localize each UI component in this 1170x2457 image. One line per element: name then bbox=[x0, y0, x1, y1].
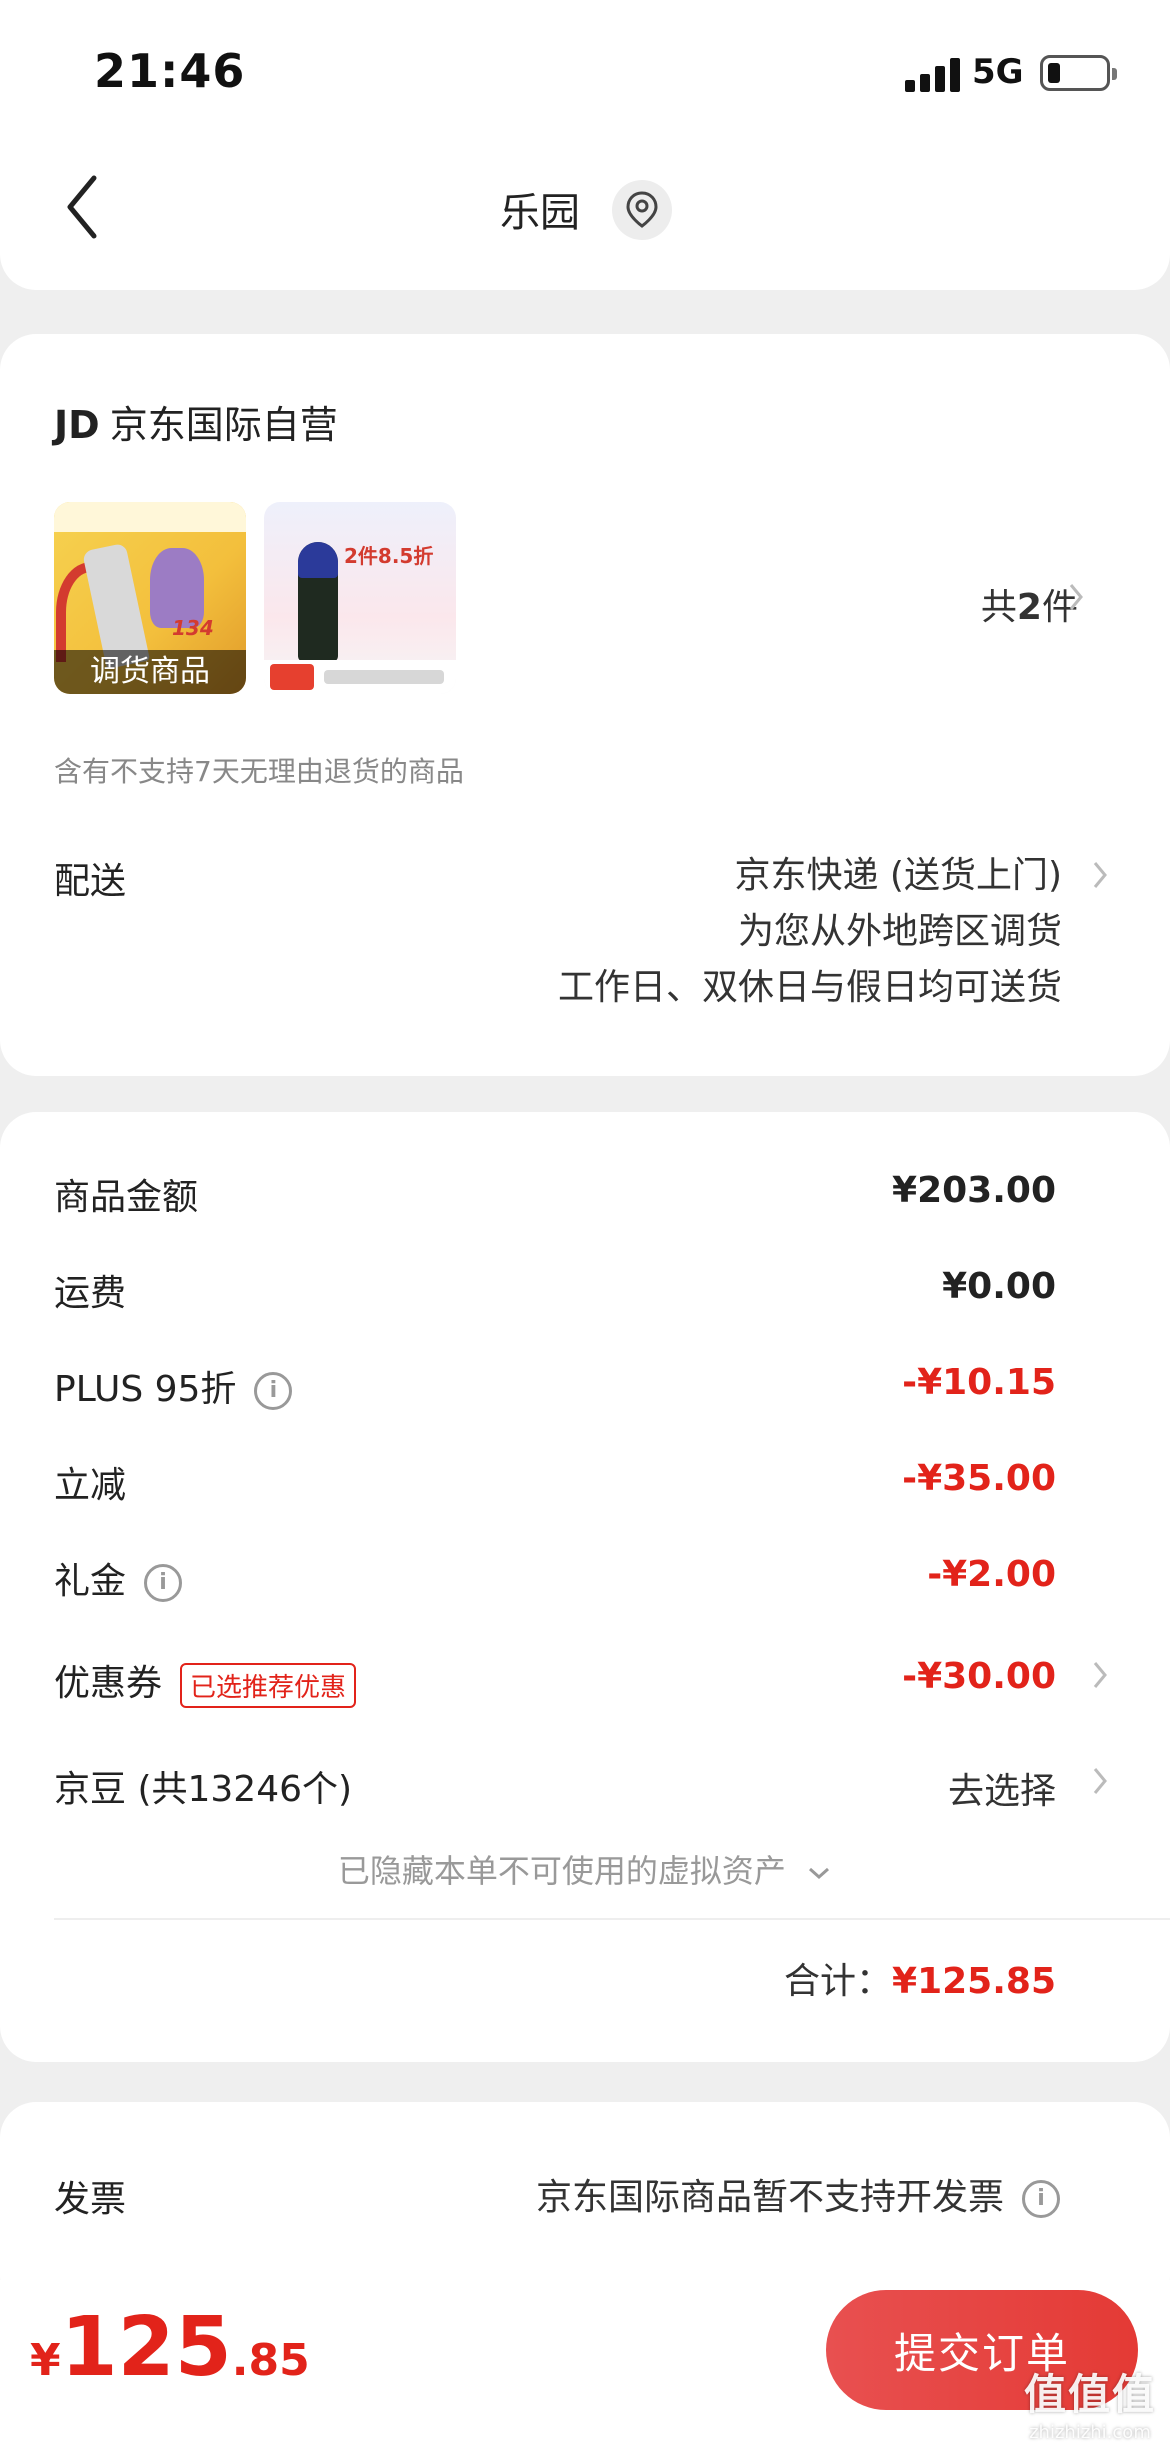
instant-discount-value: -¥35.00 bbox=[902, 1458, 1056, 1499]
invoice-value: 京东国际商品暂不支持开发票 i bbox=[536, 2168, 1060, 2220]
product-thumbnail-1[interactable]: 134 调货商品 bbox=[54, 502, 246, 694]
shop-title: 京东国际自营 bbox=[109, 403, 338, 447]
battery-icon bbox=[1040, 55, 1117, 91]
invoice-label: 发票 bbox=[54, 2179, 127, 2220]
info-icon[interactable]: i bbox=[1022, 2180, 1060, 2218]
gift-money-value: -¥2.00 bbox=[927, 1554, 1056, 1595]
coupon-label[interactable]: 优惠券 已选推荐优惠 bbox=[54, 1654, 357, 1708]
location-pin-icon[interactable] bbox=[612, 180, 672, 240]
product-thumbnail-2[interactable]: 2件8.5折 bbox=[264, 502, 456, 694]
chevron-right-icon[interactable] bbox=[1090, 1658, 1110, 1692]
network-label: 5G bbox=[972, 52, 1024, 92]
signal-icon bbox=[905, 56, 961, 92]
bottom-total: ¥125.85 bbox=[30, 2300, 310, 2395]
watermark: 值值值 zhizhizhi.com bbox=[1023, 2370, 1156, 2443]
delivery-line-2: 为您从外地跨区调货 bbox=[737, 911, 1062, 952]
plus-discount-label: PLUS 95折 i bbox=[54, 1360, 293, 1412]
jingdou-select[interactable]: 去选择 bbox=[948, 1762, 1056, 1814]
shop-name: JD 京东国际自营 bbox=[54, 394, 338, 449]
info-icon[interactable]: i bbox=[254, 1372, 293, 1410]
chevron-down-icon bbox=[809, 1867, 830, 1880]
divider bbox=[54, 1918, 1170, 1920]
transfer-goods-label: 调货商品 bbox=[54, 650, 246, 694]
jingdou-label: 京豆 (共13246个) bbox=[54, 1769, 353, 1810]
chevron-right-icon[interactable] bbox=[1090, 858, 1110, 892]
coupon-tag: 已选推荐优惠 bbox=[180, 1662, 357, 1708]
shipping-value: ¥0.00 bbox=[942, 1266, 1056, 1307]
coupon-value[interactable]: -¥30.00 bbox=[902, 1656, 1056, 1697]
jd-logo: JD bbox=[54, 403, 100, 447]
shipping-label: 运费 bbox=[54, 1273, 127, 1314]
plus-discount-value: -¥10.15 bbox=[902, 1362, 1056, 1403]
return-notice: 含有不支持7天无理由退货的商品 bbox=[54, 755, 464, 788]
chevron-right-icon[interactable] bbox=[1066, 580, 1086, 614]
delivery-info[interactable]: 京东快递 (送货上门) 为您从外地跨区调货 工作日、双休日与假日均可送货 bbox=[558, 848, 1062, 1016]
back-icon[interactable] bbox=[62, 172, 102, 242]
delivery-label: 配送 bbox=[54, 861, 127, 902]
chevron-right-icon[interactable] bbox=[1090, 1764, 1110, 1798]
status-time: 21:46 bbox=[94, 44, 246, 98]
page-title: 乐园 bbox=[500, 190, 580, 236]
gift-money-label: 礼金 i bbox=[54, 1552, 183, 1604]
delivery-line-1: 京东快递 (送货上门) bbox=[734, 855, 1062, 896]
goods-amount-value: ¥203.00 bbox=[892, 1170, 1056, 1211]
order-total: 合计：¥125.85 bbox=[784, 1961, 1056, 2002]
delivery-line-3: 工作日、双休日与假日均可送货 bbox=[557, 967, 1062, 1008]
instant-discount-label: 立减 bbox=[54, 1465, 127, 1506]
item-count[interactable]: 共2件 bbox=[981, 578, 1078, 630]
goods-amount-label: 商品金额 bbox=[54, 1177, 199, 1218]
hidden-assets-toggle[interactable]: 已隐藏本单不可使用的虚拟资产 bbox=[0, 1846, 1170, 1892]
info-icon[interactable]: i bbox=[144, 1564, 183, 1602]
